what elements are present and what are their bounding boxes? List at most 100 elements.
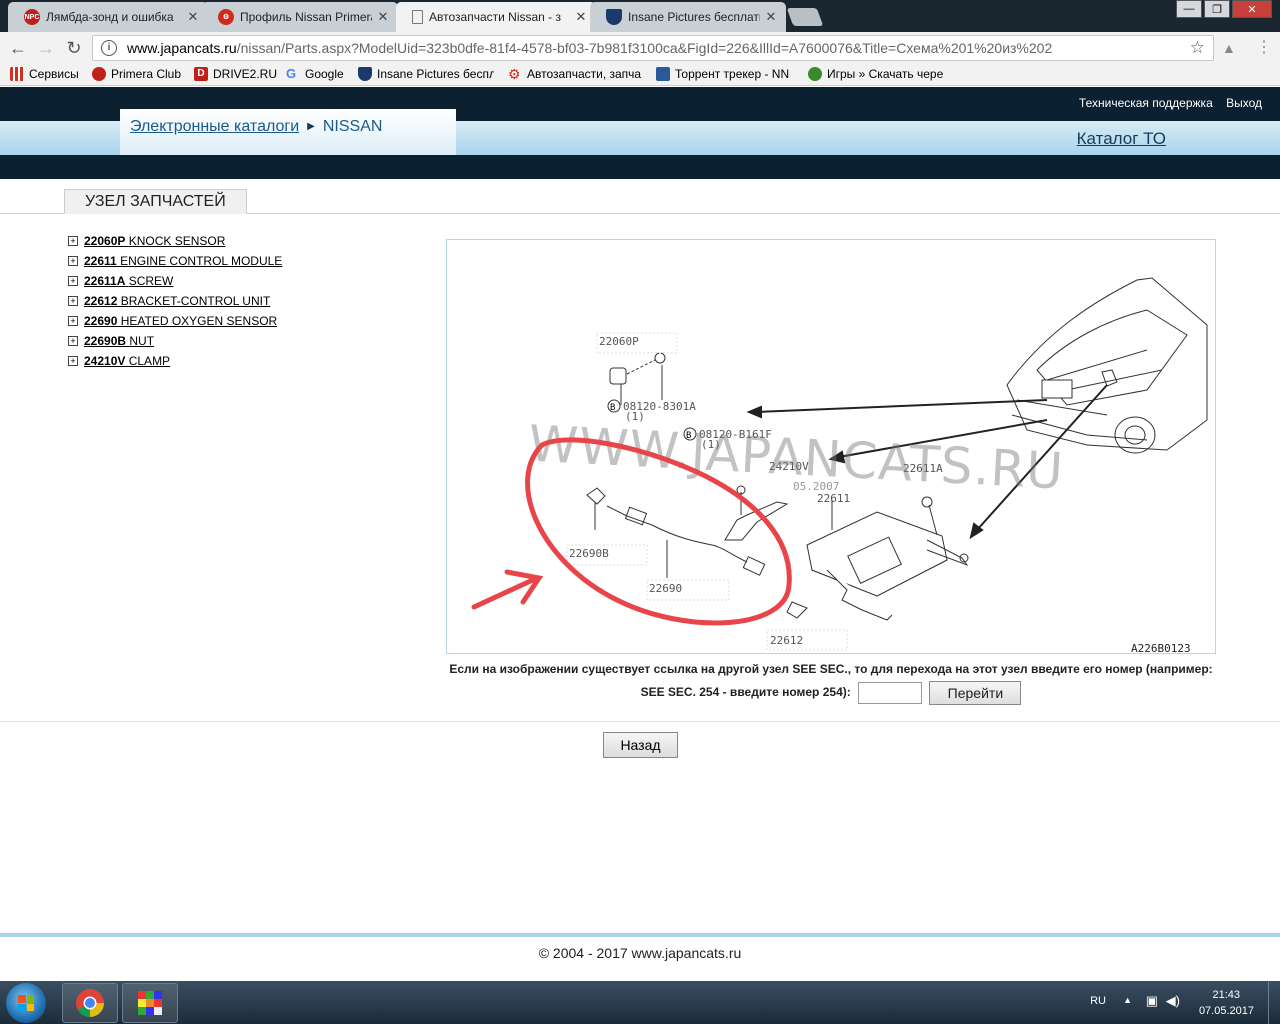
close-icon[interactable]: ✕	[574, 9, 588, 25]
section-tab: УЗЕЛ ЗАПЧАСТЕЙ	[64, 189, 247, 214]
car-illustration	[1006, 277, 1208, 454]
browser-tab-active[interactable]: Автозапчасти Nissan - з ✕	[396, 2, 596, 32]
list-item[interactable]: +24210V CLAMP	[68, 351, 282, 371]
bookmark-item[interactable]: Торрент трекер - NN	[656, 67, 792, 81]
expand-icon[interactable]: +	[68, 356, 78, 366]
maximize-button[interactable]: ❐	[1204, 0, 1230, 18]
bookmark-item[interactable]: G Google	[286, 67, 344, 81]
bookmark-label: DRIVE2.RU	[213, 67, 278, 81]
torrent-icon	[656, 67, 670, 81]
windows-logo-icon	[18, 995, 34, 1011]
list-item[interactable]: +22612 BRACKET-CONTROL UNIT	[68, 291, 282, 311]
taskbar-app[interactable]	[122, 983, 178, 1023]
b-mark: B	[610, 403, 615, 413]
catalog-to-link[interactable]: Каталог ТО	[1077, 129, 1166, 149]
see-sec-hint: Если на изображении существует ссылка на…	[449, 662, 1213, 676]
browser-toolbar: ← → ↻ i www.japancats.ru/nissan/Parts.as…	[0, 32, 1280, 64]
npc-icon: NPC	[24, 9, 40, 25]
list-item[interactable]: +22690B NUT	[68, 331, 282, 351]
volume-icon[interactable]: ◀)	[1166, 993, 1180, 1009]
close-icon[interactable]: ✕	[764, 9, 778, 25]
breadcrumb-current: NISSAN	[322, 118, 383, 135]
expand-icon[interactable]: +	[68, 256, 78, 266]
clock-time[interactable]: 21:43	[1212, 989, 1240, 1001]
bookmark-label: Insane Pictures беспл	[377, 67, 494, 81]
chrome-icon	[76, 989, 104, 1017]
windows-taskbar: RU ▲ ▣ ◀) 21:43 07.05.2017	[0, 981, 1280, 1024]
url-host: www.japancats.ru	[127, 40, 237, 56]
expand-icon[interactable]: +	[68, 336, 78, 346]
language-indicator[interactable]: RU	[1090, 995, 1106, 1007]
go-button[interactable]: Перейти	[929, 681, 1022, 705]
see-sec-hint-2: SEE SEC. 254 - введите номер 254):	[640, 685, 851, 700]
new-tab-button[interactable]	[786, 8, 824, 26]
reload-icon[interactable]: ↻	[64, 38, 84, 58]
parts-list: +22060P KNOCK SENSOR +22611 ENGINE CONTR…	[68, 231, 282, 371]
list-item[interactable]: +22611 ENGINE CONTROL MODULE	[68, 251, 282, 271]
label-22690b: 22690B	[569, 547, 609, 560]
games-icon	[808, 67, 822, 81]
bookmark-star-icon[interactable]: ☆	[1190, 38, 1205, 58]
expand-icon[interactable]: +	[68, 276, 78, 286]
expand-icon[interactable]: +	[68, 296, 78, 306]
list-item[interactable]: +22060P KNOCK SENSOR	[68, 231, 282, 251]
bookmark-label: Торрент трекер - NN	[675, 67, 790, 81]
bookmark-label: Primera Club	[111, 67, 182, 81]
top-links: Техническая поддержка Выход	[1069, 96, 1262, 110]
bookmark-label: Сервисы	[29, 67, 79, 81]
clock-date[interactable]: 07.05.2017	[1199, 1005, 1254, 1017]
minimize-button[interactable]: —	[1176, 0, 1202, 18]
list-item[interactable]: +22690 HEATED OXYGEN SENSOR	[68, 311, 282, 331]
info-icon[interactable]: i	[101, 40, 117, 56]
bookmark-item[interactable]: D DRIVE2.RU	[194, 67, 277, 81]
browser-tab[interactable]: NPC Лямбда-зонд и ошибка ✕	[8, 2, 208, 32]
part-link[interactable]: 22060P KNOCK SENSOR	[84, 234, 225, 248]
back-arrow-icon[interactable]: ←	[8, 38, 28, 58]
expand-icon[interactable]: +	[68, 316, 78, 326]
part-link[interactable]: 22612 BRACKET-CONTROL UNIT	[84, 294, 270, 308]
tray-expand-icon[interactable]: ▲	[1123, 995, 1132, 1005]
bookmark-item[interactable]: Insane Pictures беспл	[358, 67, 494, 81]
expand-icon[interactable]: +	[68, 236, 78, 246]
bookmark-item[interactable]: Сервисы	[10, 67, 79, 81]
breadcrumb-catalogs-link[interactable]: Электронные каталоги	[130, 118, 299, 135]
browser-tab[interactable]: Insane Pictures бесплатн ✕	[590, 2, 786, 32]
parts-diagram: 22060P B 08120-8301A (1) B 08120-B161F (…	[446, 239, 1216, 654]
menu-icon[interactable]: ⋮	[1256, 37, 1272, 57]
support-link[interactable]: Техническая поддержка	[1079, 96, 1213, 110]
footer-copyright: © 2004 - 2017 www.japancats.ru	[538, 945, 742, 961]
network-icon[interactable]: ▣	[1146, 993, 1158, 1009]
pdf-extension-icon[interactable]: ▲	[1222, 40, 1236, 56]
label-22690: 22690	[649, 582, 682, 595]
bookmark-item[interactable]: Primera Club	[92, 67, 181, 81]
diagram-svg: 22060P B 08120-8301A (1) B 08120-B161F (…	[471, 277, 1208, 654]
close-icon[interactable]: ✕	[376, 9, 390, 25]
taskbar-chrome[interactable]	[62, 983, 118, 1023]
google-icon: G	[286, 67, 297, 81]
browser-tab[interactable]: ⚙ Профиль Nissan Primera ✕	[202, 2, 398, 32]
bookmark-item[interactable]: ⚙ Автозапчасти, запча	[508, 67, 644, 81]
ecm-drawing	[786, 496, 969, 621]
part-link[interactable]: 22690B NUT	[84, 334, 154, 348]
forward-arrow-icon[interactable]: →	[36, 38, 56, 58]
window-close-button[interactable]: ✕	[1232, 0, 1272, 18]
url-path: /nissan/Parts.aspx?ModelUid=323b0dfe-81f…	[236, 40, 1053, 56]
close-icon[interactable]: ✕	[186, 9, 200, 25]
section-number-input[interactable]	[858, 682, 923, 704]
start-button[interactable]	[6, 983, 46, 1023]
diagram-code: A226B0123	[1131, 642, 1191, 654]
logout-link[interactable]: Выход	[1226, 96, 1262, 110]
address-bar[interactable]: i www.japancats.ru/nissan/Parts.aspx?Mod…	[92, 35, 1214, 61]
part-link[interactable]: 22611 ENGINE CONTROL MODULE	[84, 254, 282, 268]
part-link[interactable]: 22611A SCREW	[84, 274, 173, 288]
list-item[interactable]: +22611A SCREW	[68, 271, 282, 291]
highlight-arrow	[471, 569, 544, 610]
part-link[interactable]: 24210V CLAMP	[84, 354, 170, 368]
bookmark-item[interactable]: Игры » Скачать чере	[808, 67, 944, 81]
part-link[interactable]: 22690 HEATED OXYGEN SENSOR	[84, 314, 277, 328]
back-button[interactable]: Назад	[603, 732, 678, 758]
label-22060p: 22060P	[599, 335, 639, 348]
tab-title: Insane Pictures бесплатн	[628, 10, 760, 24]
site-header-dark-band	[0, 155, 1280, 179]
show-desktop-button[interactable]	[1268, 981, 1280, 1024]
